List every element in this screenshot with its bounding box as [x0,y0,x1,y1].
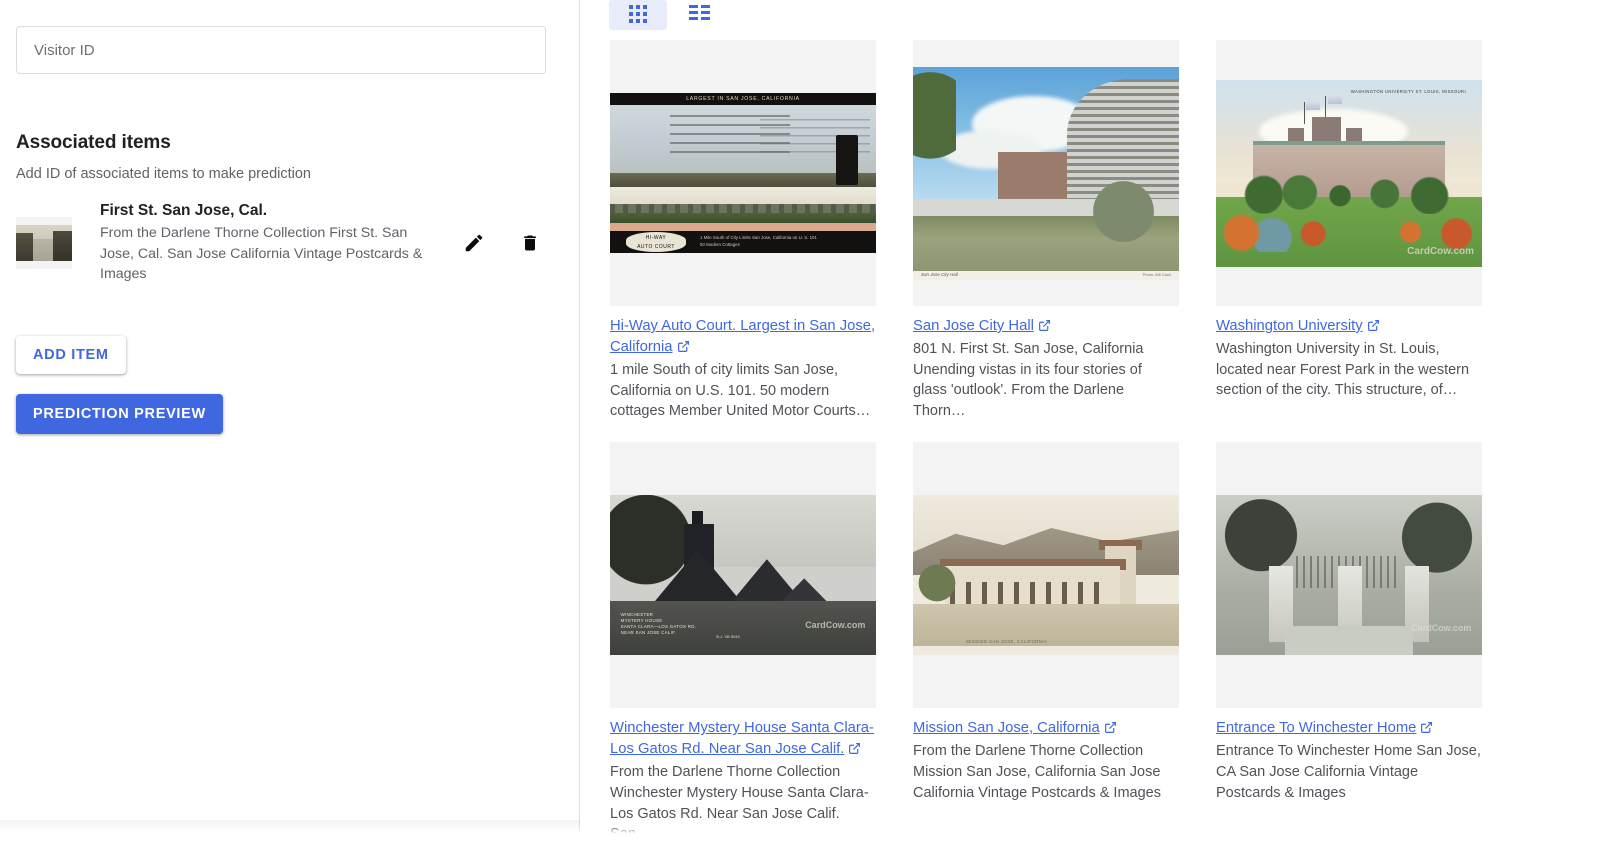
result-card-description: 801 N. First St. San Jose, California Un… [913,341,1144,420]
associated-item-description: From the Darlene Thorne Collection First… [100,225,423,283]
associated-item-title: First St. San Jose, Cal. [100,201,268,219]
result-card-title-row: San Jose City Hall [913,316,1179,339]
pencil-icon [463,232,485,254]
washington-university-postcard: WASHINGTON UNIVERSITY ST. LOUIS, MISSOUR… [1216,79,1482,267]
list-view-toggle[interactable] [671,0,729,30]
external-link-icon[interactable] [848,741,861,762]
associated-item-thumbnail [16,217,72,269]
result-card-image[interactable]: WINCHESTER MYSTERY HOUSE SANTA CLARA—LOS G… [610,442,876,709]
result-card-title-link[interactable]: Entrance To Winchester Home [1216,720,1416,736]
result-card-title-row: Hi-Way Auto Court. Largest in San Jose, … [610,316,876,360]
trash-icon [520,232,540,254]
delete-item-button[interactable] [517,230,543,256]
result-card-title-link[interactable]: Mission San Jose, California [913,720,1100,736]
prediction-preview-page: Associated items Add ID of associated it… [0,0,1600,848]
left-config-panel: Associated items Add ID of associated it… [0,0,580,848]
result-card-title-link[interactable]: San Jose City Hall [913,318,1034,334]
result-card: San Jose City Hall Photo: Bill Clark San … [913,40,1179,422]
external-link-icon[interactable] [1367,318,1380,339]
share-partial-label[interactable]: Sh [1568,836,1586,848]
external-link-icon[interactable] [1104,720,1117,741]
results-grid: LARGEST IN SAN JOSE, CALIFORNIA HI-WAY AU… [610,40,1600,845]
external-link-icon[interactable] [1420,720,1433,741]
visitor-id-field-wrapper [16,0,563,74]
result-card: LARGEST IN SAN JOSE, CALIFORNIA HI-WAY AU… [610,40,876,422]
result-card-description: From the Darlene Thorne Collection Missi… [913,743,1161,801]
san-jose-city-hall-postcard: San Jose City Hall Photo: Bill Clark [913,66,1179,280]
winchester-mystery-house-postcard: WINCHESTER MYSTERY HOUSE SANTA CLARA—LOS G… [610,495,876,656]
grid-view-icon [629,4,647,26]
view-toggle-group [609,0,1600,30]
result-card-title-link[interactable]: Hi-Way Auto Court. Largest in San Jose, … [610,318,875,355]
result-card-title-row: Winchester Mystery House Santa Clara-Los… [610,718,876,762]
mission-san-jose-postcard: MISSION SAN JOSE, CALIFORNIA [913,495,1179,656]
associated-item-actions [461,230,563,256]
result-card-title-link[interactable]: Washington University [1216,318,1363,334]
result-card-title-row: Entrance To Winchester Home [1216,718,1482,741]
prediction-preview-button[interactable]: PREDICTION PREVIEW [16,394,223,434]
result-card-description: Washington University in St. Louis, loca… [1216,341,1470,399]
visitor-id-input[interactable] [32,40,530,60]
associated-items-subtitle: Add ID of associated items to make predi… [16,166,311,182]
external-link-icon[interactable] [677,339,690,360]
result-card-image[interactable]: WASHINGTON UNIVERSITY ST. LOUIS, MISSOUR… [1216,40,1482,306]
associated-item-text: First St. San Jose, Cal. From the Darlen… [72,201,461,285]
result-card: MISSION SAN JOSE, CALIFORNIA Mission San… [913,442,1179,845]
results-panel: LARGEST IN SAN JOSE, CALIFORNIA HI-WAY AU… [580,0,1600,848]
result-card-image[interactable]: CardCow.com [1216,442,1482,709]
hiway-auto-court-postcard: LARGEST IN SAN JOSE, CALIFORNIA HI-WAY AU… [610,93,876,253]
result-card-description: From the Darlene Thorne Collection Winch… [610,764,869,843]
visitor-id-field[interactable] [16,26,546,74]
edit-item-button[interactable] [461,230,487,256]
entrance-to-winchester-home-postcard: CardCow.com [1216,495,1482,656]
list-view-icon [689,4,711,26]
associated-items-heading: Associated items [16,132,171,153]
result-card: WINCHESTER MYSTERY HOUSE SANTA CLARA—LOS G… [610,442,876,845]
grid-view-toggle[interactable] [609,0,667,30]
result-card-description: Entrance To Winchester Home San Jose, CA… [1216,743,1481,801]
result-card-image[interactable]: MISSION SAN JOSE, CALIFORNIA [913,442,1179,709]
associated-item-row: First St. San Jose, Cal. From the Darlen… [16,200,563,286]
result-card: CardCow.com Entrance To Winchester Home … [1216,442,1482,845]
result-card-title-link[interactable]: Winchester Mystery House Santa Clara-Los… [610,720,874,757]
result-card-title-row: Mission San Jose, California [913,718,1179,741]
result-card-title-row: Washington University [1216,316,1482,339]
result-card-image[interactable]: San Jose City Hall Photo: Bill Clark [913,40,1179,306]
result-card-image[interactable]: LARGEST IN SAN JOSE, CALIFORNIA HI-WAY AU… [610,40,876,306]
left-panel-bottom-shadow [0,820,580,836]
result-card: WASHINGTON UNIVERSITY ST. LOUIS, MISSOUR… [1216,40,1482,422]
external-link-icon[interactable] [1038,318,1051,339]
add-item-button[interactable]: ADD ITEM [16,336,126,374]
result-card-description: 1 mile South of city limits San Jose, Ca… [610,362,871,420]
